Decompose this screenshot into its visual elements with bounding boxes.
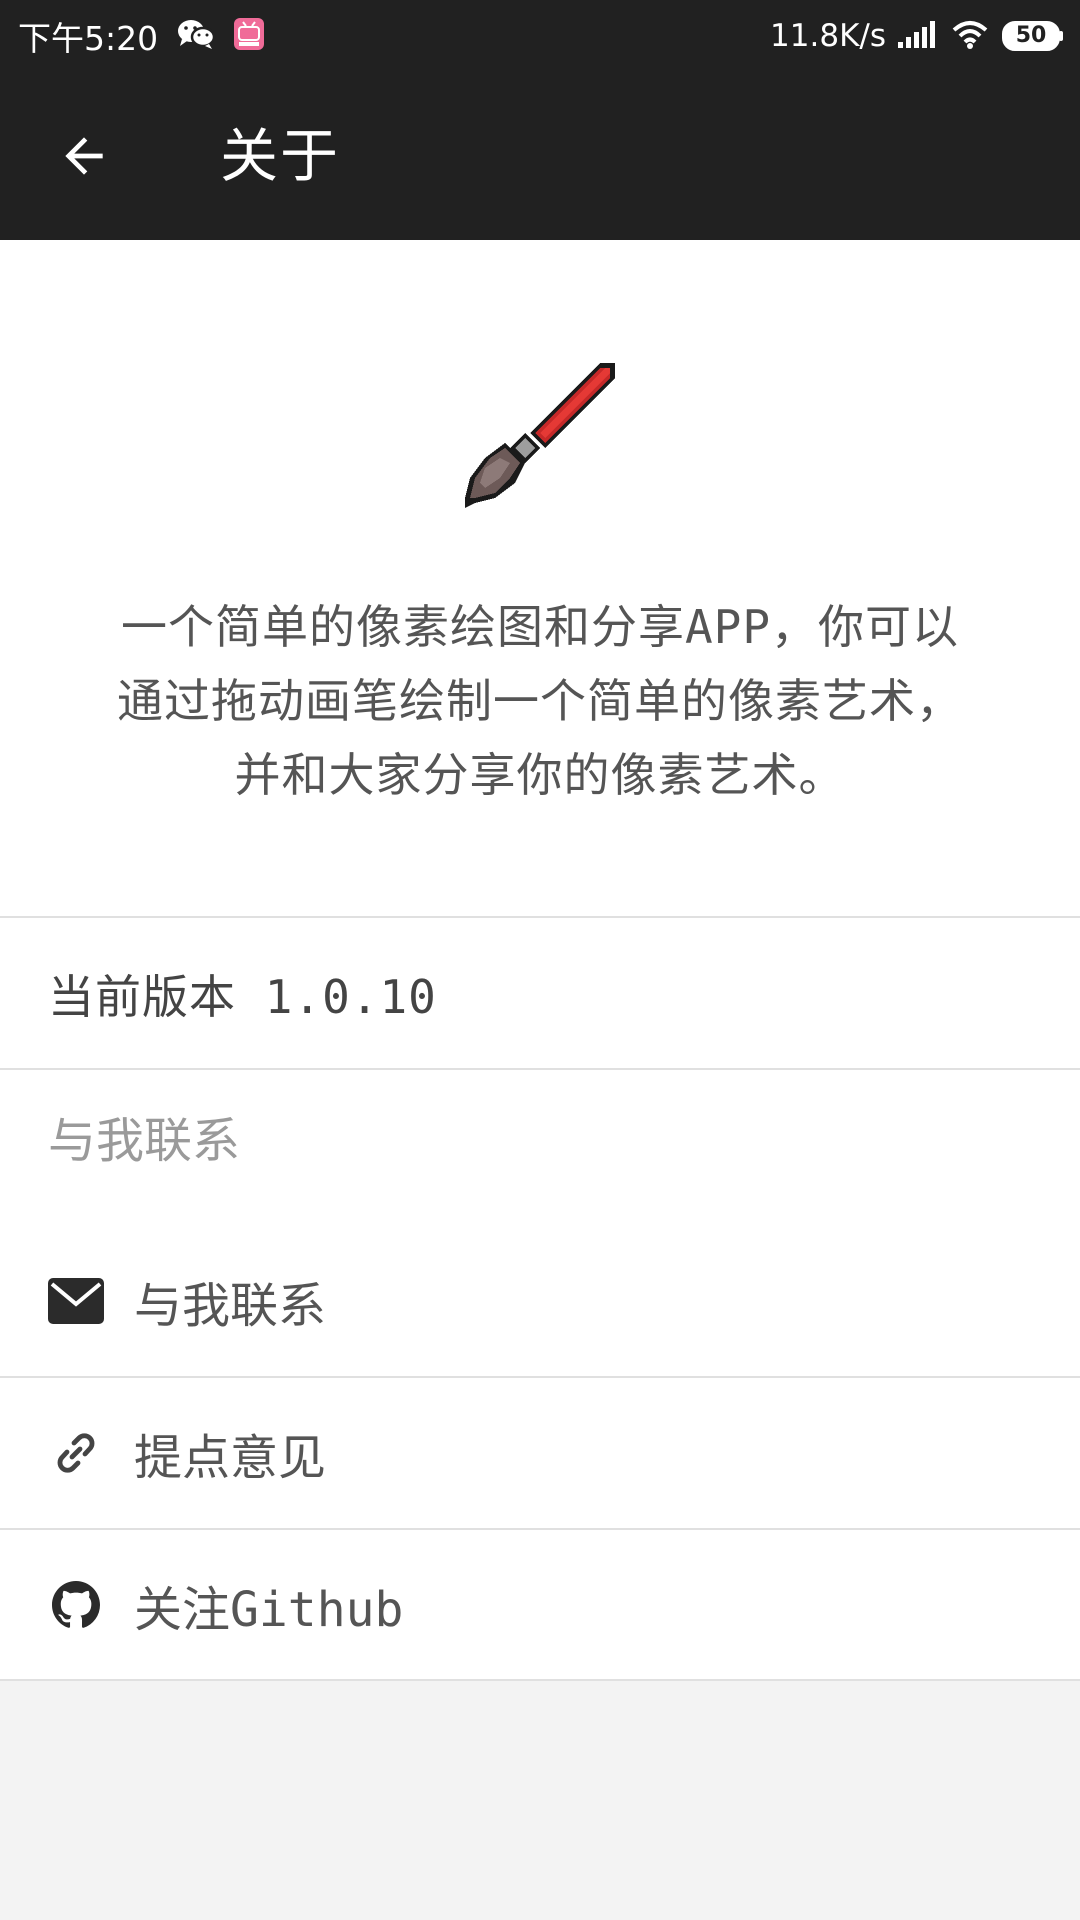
github-icon xyxy=(48,1577,104,1633)
feedback-label: 提点意见 xyxy=(134,1430,327,1486)
app-bar: 关于 xyxy=(0,72,1080,240)
status-bar: 下午5:20 11.8K/s 50 xyxy=(0,0,1080,72)
version-row: 当前版本 1.0.10 xyxy=(0,918,1080,1070)
intro-line: 通过拖动画笔绘制一个简单的像素艺术， xyxy=(117,674,963,728)
signal-icon xyxy=(896,18,936,54)
section-title: 与我联系 xyxy=(48,1113,241,1169)
mail-icon xyxy=(48,1273,104,1329)
battery-level: 50 xyxy=(1015,23,1047,48)
contact-section-header: 与我联系 xyxy=(0,1072,1080,1200)
github-label: 关注Github xyxy=(134,1582,404,1638)
status-left: 下午5:20 xyxy=(18,0,265,72)
about-content: 一个简单的像素绘图和分享APP，你可以 通过拖动画笔绘制一个简单的像素艺术， 并… xyxy=(0,240,1080,1681)
bilibili-icon xyxy=(234,18,265,54)
intro-line: 并和大家分享你的像素艺术。 xyxy=(234,748,846,802)
app-intro: 一个简单的像素绘图和分享APP，你可以 通过拖动画笔绘制一个简单的像素艺术， 并… xyxy=(40,590,1040,812)
version-label: 当前版本 1.0.10 xyxy=(48,970,437,1024)
page-title: 关于 xyxy=(220,122,341,190)
contact-me-label: 与我联系 xyxy=(134,1278,327,1334)
link-icon xyxy=(48,1425,104,1481)
wechat-icon xyxy=(176,17,216,55)
divider xyxy=(0,1679,1080,1681)
intro-line: 一个简单的像素绘图和分享APP，你可以 xyxy=(120,600,960,654)
status-right: 11.8K/s 50 xyxy=(770,0,1064,72)
contact-me-row[interactable]: 与我联系 xyxy=(0,1226,1080,1376)
feedback-row[interactable]: 提点意见 xyxy=(0,1378,1080,1528)
net-speed: 11.8K/s xyxy=(770,18,886,54)
back-button[interactable] xyxy=(40,112,128,200)
battery-icon: 50 xyxy=(1002,21,1064,51)
pixel-brush-icon xyxy=(460,358,620,518)
github-row[interactable]: 关注Github xyxy=(0,1530,1080,1680)
status-time: 下午5:20 xyxy=(18,19,159,58)
wifi-icon xyxy=(950,18,990,54)
divider xyxy=(0,1068,1080,1070)
arrow-back-icon xyxy=(65,137,103,175)
